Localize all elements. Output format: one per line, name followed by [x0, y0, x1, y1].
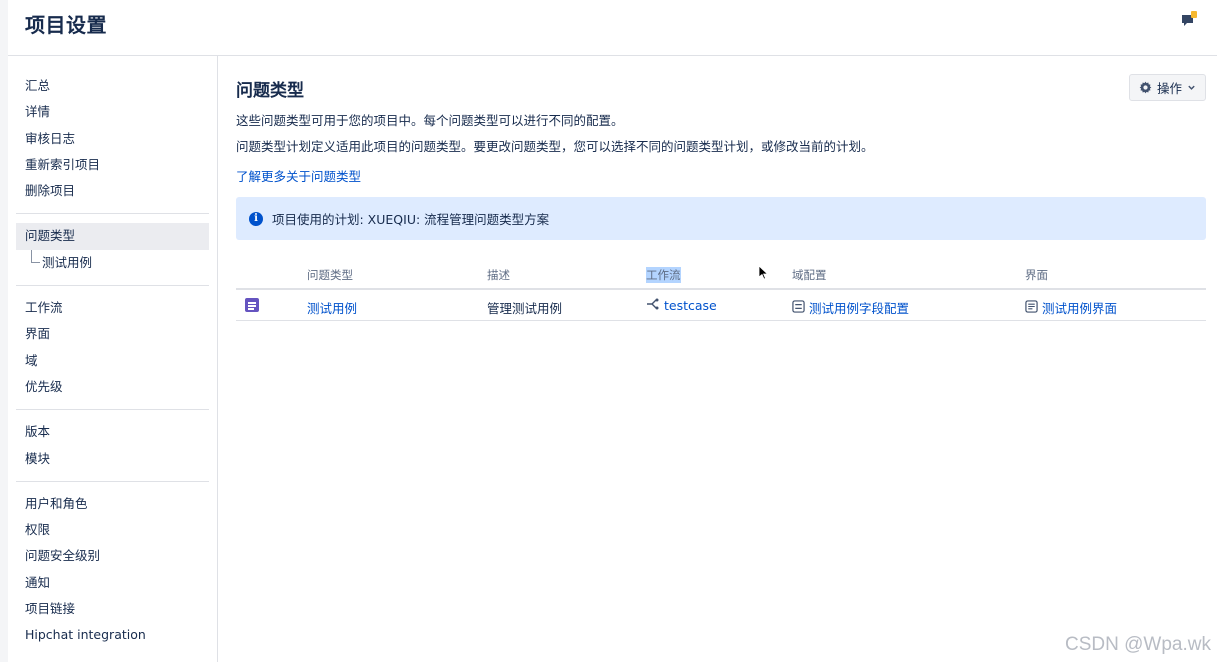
sidebar-item-details[interactable]: 详情 [8, 99, 217, 125]
sidebar-item-notifications[interactable]: 通知 [8, 570, 217, 596]
sidebar-group-access: 用户和角色 权限 问题安全级别 通知 项目链接 Hipchat integrat… [8, 491, 217, 649]
field-config-link-label: 测试用例字段配置 [809, 301, 910, 316]
sidebar-item-issue-security[interactable]: 问题安全级别 [8, 543, 217, 569]
sidebar-group-issue-types: 问题类型 测试用例 [8, 223, 217, 276]
workflow-link-label: testcase [664, 298, 717, 313]
column-header-description: 描述 [487, 268, 510, 282]
column-header-issue-type: 问题类型 [307, 268, 353, 282]
section-title: 问题类型 [236, 81, 304, 101]
sidebar-divider [16, 285, 209, 287]
gear-icon [1139, 81, 1152, 94]
scheme-info-text: 项目使用的计划: XUEQIU: 流程管理问题类型方案 [272, 212, 550, 227]
sidebar-item-versions[interactable]: 版本 [8, 419, 217, 445]
page-title: 项目设置 [25, 13, 107, 37]
sidebar-item-reindex[interactable]: 重新索引项目 [8, 152, 217, 178]
sidebar-item-delete-project[interactable]: 删除项目 [8, 178, 217, 204]
sidebar-item-project-links[interactable]: 项目链接 [8, 596, 217, 622]
workflow-icon [646, 298, 660, 313]
info-icon: i [249, 211, 263, 226]
issue-type-link[interactable]: 测试用例 [307, 298, 357, 317]
left-edge-strip [0, 0, 8, 662]
field-config-link[interactable]: 测试用例字段配置 [792, 298, 909, 317]
sidebar-item-users-roles[interactable]: 用户和角色 [8, 491, 217, 517]
scheme-info-message: i 项目使用的计划: XUEQIU: 流程管理问题类型方案 [236, 197, 1206, 240]
field-config-icon [792, 299, 805, 316]
chevron-down-icon [1187, 83, 1196, 92]
sidebar-divider [16, 213, 209, 215]
screen-link-label: 测试用例界面 [1042, 301, 1118, 316]
sidebar-item-hipchat[interactable]: Hipchat integration [8, 622, 217, 648]
workflow-link[interactable]: testcase [646, 298, 717, 313]
actions-label: 操作 [1156, 81, 1182, 96]
scheme-description-text: 问题类型计划定义适用此项目的问题类型。要更改问题类型，您可以选择不同的问题类型计… [236, 139, 874, 154]
issue-type-description: 管理测试用例 [487, 301, 563, 316]
sidebar: 汇总 详情 审核日志 重新索引项目 删除项目 问题类型 测试用例 工作流 界面 … [8, 56, 218, 662]
column-header-field-config: 域配置 [792, 268, 827, 282]
sidebar-item-permissions[interactable]: 权限 [8, 517, 217, 543]
learn-more-link[interactable]: 了解更多关于问题类型 [236, 166, 361, 185]
table-header: 问题类型 描述 工作流 域配置 界面 [236, 262, 1206, 290]
feedback-icon[interactable] [1181, 10, 1199, 28]
sidebar-item-components[interactable]: 模块 [8, 446, 217, 472]
sidebar-item-fields[interactable]: 域 [8, 348, 217, 374]
sidebar-item-summary[interactable]: 汇总 [8, 73, 217, 99]
issue-types-table: 问题类型 描述 工作流 域配置 界面 测试用例 管理测试用例 testcase … [236, 262, 1206, 321]
page-header: 项目设置 [8, 0, 1217, 56]
sidebar-item-test-case[interactable]: 测试用例 [8, 249, 217, 276]
sidebar-item-audit-log[interactable]: 审核日志 [8, 126, 217, 152]
screen-icon [1025, 299, 1038, 316]
test-case-icon [245, 298, 259, 312]
column-header-workflow: 工作流 [646, 267, 681, 283]
sidebar-group-project: 汇总 详情 审核日志 重新索引项目 删除项目 [8, 73, 217, 204]
actions-button[interactable]: 操作 [1128, 74, 1206, 101]
table-row: 测试用例 管理测试用例 testcase 测试用例字段配置 测试用例界面 [236, 290, 1206, 321]
sidebar-item-issue-types[interactable]: 问题类型 [16, 223, 209, 250]
sidebar-item-priorities[interactable]: 优先级 [8, 374, 217, 400]
main-content: 问题类型 操作 这些问题类型可用于您的项目中。每个问题类型可以进行不同的配置。 … [236, 56, 1206, 662]
watermark: CSDN @Wpa.wk [1065, 634, 1211, 655]
sidebar-divider [16, 409, 209, 411]
sidebar-group-versions: 版本 模块 [8, 419, 217, 472]
sidebar-item-label: 测试用例 [42, 254, 93, 270]
column-header-screen: 界面 [1025, 268, 1048, 282]
description-text: 这些问题类型可用于您的项目中。每个问题类型可以进行不同的配置。 [236, 113, 624, 128]
screen-link[interactable]: 测试用例界面 [1025, 298, 1117, 317]
sidebar-divider [16, 480, 209, 482]
sidebar-item-workflows[interactable]: 工作流 [8, 295, 217, 321]
sidebar-item-screens[interactable]: 界面 [8, 321, 217, 347]
sidebar-group-config: 工作流 界面 域 优先级 [8, 295, 217, 400]
